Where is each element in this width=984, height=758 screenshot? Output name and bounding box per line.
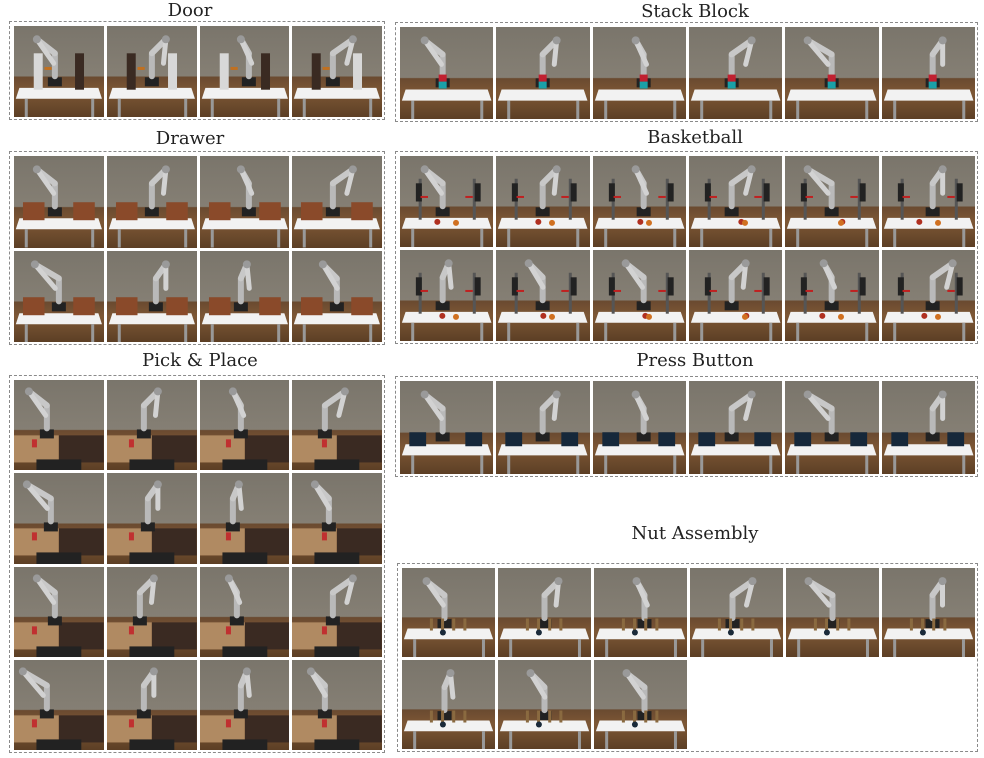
stack-block-frame-1 (400, 27, 494, 119)
pick-place-frame-9 (14, 566, 104, 657)
basketball-panel (395, 151, 978, 344)
drawer-frame-8 (292, 250, 382, 342)
nut-assembly-frame-8 (498, 660, 591, 749)
nut-assembly-frame-9 (594, 660, 687, 749)
pick-place-panel (9, 375, 385, 753)
pick-place-frame-12 (292, 566, 382, 657)
nut-assembly-frame-1 (402, 568, 495, 657)
basketball-frame-12 (881, 250, 975, 341)
nut-assembly-frame-3 (594, 568, 687, 657)
basketball-title: Basketball (647, 127, 743, 148)
basketball-frame-8 (496, 250, 590, 341)
press-button-frame-3 (592, 381, 686, 474)
drawer-frame-5 (14, 250, 104, 342)
pick-place-frame-2 (106, 380, 197, 471)
basketball-frame-1 (400, 156, 494, 247)
nut-assembly-frame-2 (498, 568, 591, 657)
door-frame-2 (106, 26, 197, 117)
basketball-frame-5 (785, 156, 879, 247)
drawer-frame-1 (14, 156, 104, 248)
pick-place-frame-14 (106, 659, 197, 750)
stack-block-frame-2 (496, 27, 590, 119)
stack-block-frame-3 (592, 27, 686, 119)
drawer-title: Drawer (155, 128, 225, 149)
basketball-frame-7 (400, 250, 494, 341)
drawer-panel (9, 151, 385, 345)
pick-place-frame-11 (199, 566, 290, 657)
nut-assembly-frame-7 (402, 660, 495, 749)
drawer-frame-4 (292, 156, 382, 248)
drawer-frame-6 (106, 250, 197, 342)
stack-block-panel (395, 22, 978, 122)
basketball-frame-10 (689, 250, 783, 341)
door-panel (9, 21, 385, 120)
press-button-frame-1 (400, 381, 494, 474)
basketball-frame-3 (592, 156, 686, 247)
pick-place-frame-4 (292, 380, 382, 471)
pick-place-frame-7 (199, 473, 290, 564)
drawer-frame-3 (199, 156, 290, 248)
basketball-frame-2 (496, 156, 590, 247)
basketball-frame-9 (592, 250, 686, 341)
pick-place-frame-16 (292, 659, 382, 750)
door-frame-3 (199, 26, 290, 117)
pick-place-frame-5 (14, 473, 104, 564)
stack-block-frame-4 (689, 27, 783, 119)
stack-block-title: Stack Block (641, 1, 749, 22)
nut-assembly-frame-4 (690, 568, 783, 657)
pick-place-frame-3 (199, 380, 290, 471)
basketball-frame-11 (785, 250, 879, 341)
pick-place-title: Pick & Place (142, 350, 258, 371)
pick-place-frame-8 (292, 473, 382, 564)
stack-block-frame-5 (785, 27, 879, 119)
nut-assembly-frame-5 (786, 568, 879, 657)
drawer-frame-2 (106, 156, 197, 248)
basketball-frame-4 (689, 156, 783, 247)
pick-place-frame-6 (106, 473, 197, 564)
pick-place-frame-13 (14, 659, 104, 750)
press-button-frame-5 (785, 381, 879, 474)
press-button-frame-6 (881, 381, 975, 474)
nut-assembly-frame-6 (882, 568, 975, 657)
drawer-frame-7 (199, 250, 290, 342)
stack-block-frame-6 (881, 27, 975, 119)
door-frame-1 (14, 26, 104, 117)
press-button-title: Press Button (636, 350, 754, 371)
press-button-panel (395, 376, 978, 477)
basketball-frame-6 (881, 156, 975, 247)
door-title: Door (167, 0, 213, 21)
door-frame-4 (292, 26, 382, 117)
nut-assembly-panel (397, 563, 978, 752)
pick-place-frame-1 (14, 380, 104, 471)
press-button-frame-2 (496, 381, 590, 474)
pick-place-frame-15 (199, 659, 290, 750)
nut-assembly-title: Nut Assembly (631, 523, 759, 544)
pick-place-frame-10 (106, 566, 197, 657)
press-button-frame-4 (689, 381, 783, 474)
